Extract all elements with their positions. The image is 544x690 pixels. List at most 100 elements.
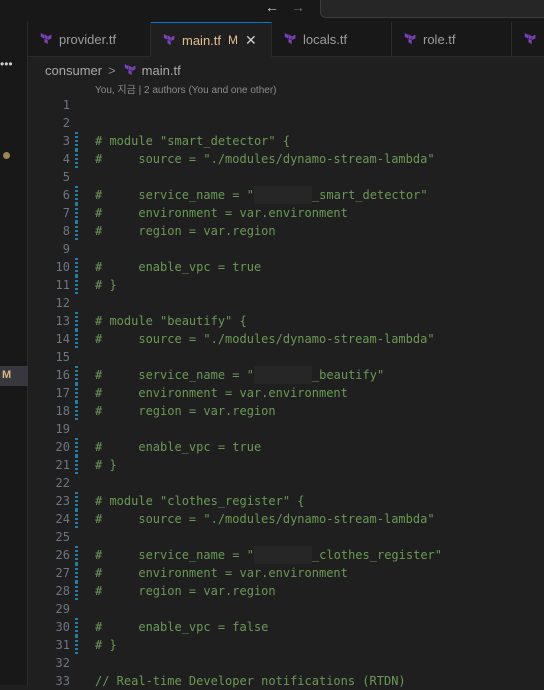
code-line[interactable]: 13 # module "beautify" {	[28, 312, 544, 330]
terraform-icon	[163, 33, 175, 45]
code-line[interactable]: 25	[28, 528, 544, 546]
arrow-left-icon[interactable]: ←	[265, 0, 279, 14]
code-text: # enable_vpc = true	[95, 260, 262, 274]
code-line[interactable]: 8 # region = var.region	[28, 222, 544, 240]
code-line[interactable]: 10 # enable_vpc = true	[28, 258, 544, 276]
code-line[interactable]: 11 # }	[28, 276, 544, 294]
line-number: 27	[55, 566, 70, 580]
tab-locals-tf[interactable]: locals.tf	[272, 22, 392, 57]
line-number: 4	[62, 152, 70, 166]
line-number: 7	[62, 206, 70, 220]
terraform-icon	[524, 33, 536, 45]
line-number: 20	[55, 440, 70, 454]
code-text: # service_name = " _smart_detector"	[95, 186, 428, 204]
change-gutter-marker[interactable]	[75, 150, 78, 168]
arrow-right-icon[interactable]: →	[291, 0, 305, 14]
code-line[interactable]: 26 # service_name = " _clothes_register"	[28, 546, 544, 564]
code-text-prefix: # service_name = "	[95, 548, 254, 562]
change-gutter-marker[interactable]	[75, 564, 78, 582]
tab-main-tf[interactable]: main.tf M ✕	[151, 22, 272, 57]
tab-provider-tf[interactable]: provider.tf	[28, 22, 151, 57]
sidebar-selected-file[interactable]: M	[0, 366, 28, 386]
code-text: # region = var.region	[95, 404, 276, 418]
tab-role-tf[interactable]: role.tf	[392, 22, 512, 57]
code-line[interactable]: 29	[28, 600, 544, 618]
change-gutter-marker[interactable]	[75, 384, 78, 402]
modified-badge: M	[2, 369, 12, 381]
code-line[interactable]: 1	[28, 96, 544, 114]
chevron-right-icon: >	[108, 62, 116, 78]
code-line[interactable]: 27 # environment = var.environment	[28, 564, 544, 582]
code-line[interactable]: 31 # }	[28, 636, 544, 654]
code-line[interactable]: 4 # source = "./modules/dynamo-stream-lam…	[28, 150, 544, 168]
breadcrumb: consumer > main.tf	[45, 60, 181, 80]
change-gutter-marker[interactable]	[75, 402, 78, 420]
tab-label: provider.tf	[59, 32, 117, 47]
code-text: # source = "./modules/dynamo-stream-lamb…	[95, 332, 435, 346]
line-number: 9	[62, 242, 70, 256]
change-gutter-marker[interactable]	[75, 618, 78, 636]
code-line[interactable]: 14 # source = "./modules/dynamo-stream-la…	[28, 330, 544, 348]
change-gutter-marker[interactable]	[75, 186, 78, 204]
code-line[interactable]: 3 # module "smart_detector" {	[28, 132, 544, 150]
ellipsis-icon[interactable]: •••	[0, 57, 13, 71]
line-number: 33	[55, 674, 70, 688]
code-line[interactable]: 32	[28, 654, 544, 672]
code-line[interactable]: 30 # enable_vpc = false	[28, 618, 544, 636]
line-number: 18	[55, 404, 70, 418]
code-line[interactable]: 18 # region = var.region	[28, 402, 544, 420]
code-line[interactable]: 2	[28, 114, 544, 132]
code-line[interactable]: 19	[28, 420, 544, 438]
line-number: 17	[55, 386, 70, 400]
code-line[interactable]: 22	[28, 474, 544, 492]
change-gutter-marker[interactable]	[75, 492, 78, 510]
breadcrumb-folder[interactable]: consumer	[45, 63, 102, 78]
change-gutter-marker[interactable]	[75, 204, 78, 222]
code-line[interactable]: 7 # environment = var.environment	[28, 204, 544, 222]
change-gutter-marker[interactable]	[75, 438, 78, 456]
redacted-block	[253, 186, 312, 204]
change-gutter-marker[interactable]	[75, 132, 78, 150]
line-number: 12	[55, 296, 70, 310]
code-line[interactable]: 28 # region = var.region	[28, 582, 544, 600]
code-line[interactable]: 9	[28, 240, 544, 258]
code-line[interactable]: 24 # source = "./modules/dynamo-stream-la…	[28, 510, 544, 528]
change-gutter-marker[interactable]	[75, 312, 78, 330]
tab-label: role.tf	[423, 32, 456, 47]
code-text: # }	[95, 278, 117, 292]
code-text: # service_name = " _beautify"	[95, 366, 384, 384]
breadcrumb-file[interactable]: main.tf	[142, 63, 181, 78]
code-line[interactable]: 6 # service_name = " _smart_detector"	[28, 186, 544, 204]
change-gutter-marker[interactable]	[75, 546, 78, 564]
code-text: # module "beautify" {	[95, 314, 247, 328]
change-gutter-marker[interactable]	[75, 636, 78, 654]
tab-overflow[interactable]	[512, 22, 544, 57]
change-gutter-marker[interactable]	[75, 222, 78, 240]
change-gutter-marker[interactable]	[75, 456, 78, 474]
change-gutter-marker[interactable]	[75, 330, 78, 348]
code-line[interactable]: 23 # module "clothes_register" {	[28, 492, 544, 510]
code-line[interactable]: 5	[28, 168, 544, 186]
change-gutter-marker[interactable]	[75, 276, 78, 294]
command-center[interactable]	[320, 0, 544, 18]
git-blame-codelens[interactable]: You, 지금 | 2 authors (You and one other)	[95, 81, 277, 96]
change-gutter-marker[interactable]	[75, 366, 78, 384]
code-line[interactable]: 21 # }	[28, 456, 544, 474]
change-gutter-marker[interactable]	[75, 510, 78, 528]
redacted-block	[253, 546, 312, 564]
line-number: 6	[62, 188, 70, 202]
line-number: 8	[62, 224, 70, 238]
close-icon[interactable]: ✕	[245, 32, 257, 49]
change-gutter-marker[interactable]	[75, 582, 78, 600]
tab-label: locals.tf	[303, 32, 348, 47]
code-line[interactable]: 15	[28, 348, 544, 366]
code-line[interactable]: 12	[28, 294, 544, 312]
code-editor[interactable]: 1 2 3 # module "smart_detector" {4 # source …	[28, 96, 544, 690]
code-line[interactable]: 20 # enable_vpc = true	[28, 438, 544, 456]
code-line[interactable]: 17 # environment = var.environment	[28, 384, 544, 402]
code-line[interactable]: 33 // Real-time Developer notifications (…	[28, 672, 544, 690]
code-line[interactable]: 16 # service_name = " _beautify"	[28, 366, 544, 384]
code-text-suffix: _clothes_register"	[311, 548, 442, 562]
change-gutter-marker[interactable]	[75, 258, 78, 276]
line-number: 14	[55, 332, 70, 346]
